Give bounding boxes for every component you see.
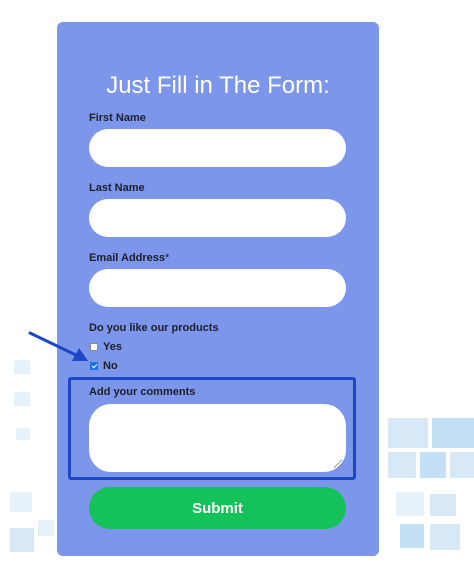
arrow-annotation-icon	[28, 331, 88, 361]
